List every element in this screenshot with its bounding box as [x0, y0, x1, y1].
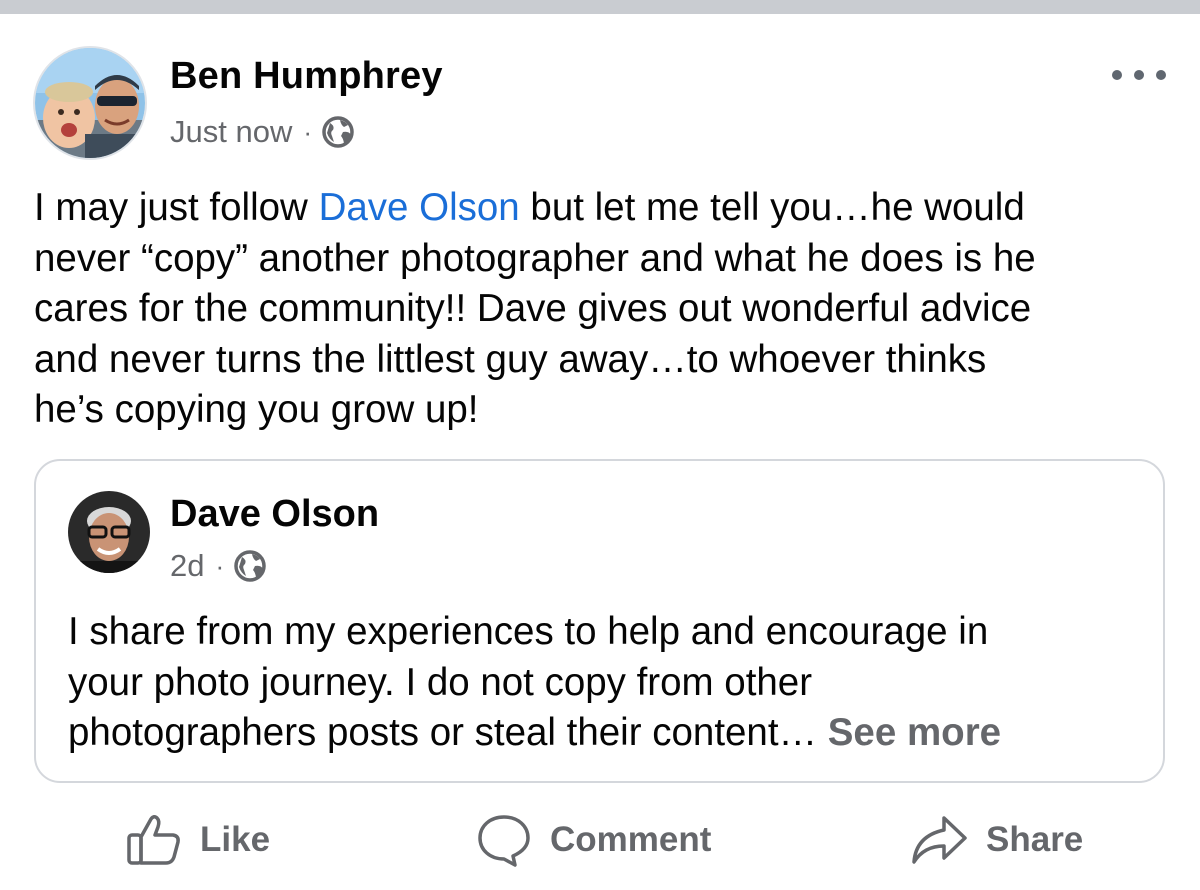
- comment-button[interactable]: Comment: [476, 812, 711, 868]
- share-label: Share: [986, 820, 1084, 859]
- more-options-button[interactable]: [1112, 58, 1166, 92]
- shared-post-timestamp[interactable]: 2d: [170, 548, 204, 584]
- see-more-link[interactable]: See more: [828, 711, 1001, 754]
- thumbs-up-icon: [127, 814, 180, 865]
- shared-author-avatar-photo: [68, 491, 150, 573]
- like-button[interactable]: Like: [126, 812, 270, 868]
- meta-separator: ·: [215, 550, 225, 581]
- post-text: I may just follow Dave Olson but let me …: [34, 183, 1184, 436]
- globe-icon[interactable]: [321, 115, 355, 149]
- shared-post-card[interactable]: Dave Olson 2d · I share from my experien…: [34, 459, 1165, 783]
- like-label: Like: [200, 820, 271, 859]
- post-text-start: I may just follow: [34, 186, 319, 229]
- meta-separator: ·: [303, 116, 313, 147]
- mention-link[interactable]: Dave Olson: [319, 186, 520, 229]
- comment-bubble-icon: [478, 815, 530, 867]
- globe-icon[interactable]: [233, 549, 267, 583]
- top-divider: [0, 0, 1200, 14]
- author-avatar[interactable]: [33, 46, 147, 160]
- shared-post-text: I share from my experiences to help and …: [68, 607, 1148, 759]
- more-options-icon: [1112, 70, 1122, 80]
- post-timestamp[interactable]: Just now: [170, 114, 292, 150]
- more-options-dot: [1134, 70, 1144, 80]
- comment-label: Comment: [550, 820, 712, 859]
- more-options-dot: [1156, 70, 1166, 80]
- share-button[interactable]: Share: [910, 812, 1083, 868]
- author-name[interactable]: Ben Humphrey: [170, 55, 443, 98]
- shared-author-name[interactable]: Dave Olson: [170, 493, 379, 536]
- author-avatar-photo: [35, 48, 145, 158]
- facebook-post-screen: Ben Humphrey Just now · I may just follo…: [0, 0, 1200, 890]
- shared-post-meta: 2d ·: [170, 548, 267, 584]
- shared-author-avatar[interactable]: [68, 491, 150, 573]
- share-arrow-icon: [912, 816, 967, 864]
- post-meta: Just now ·: [170, 114, 355, 150]
